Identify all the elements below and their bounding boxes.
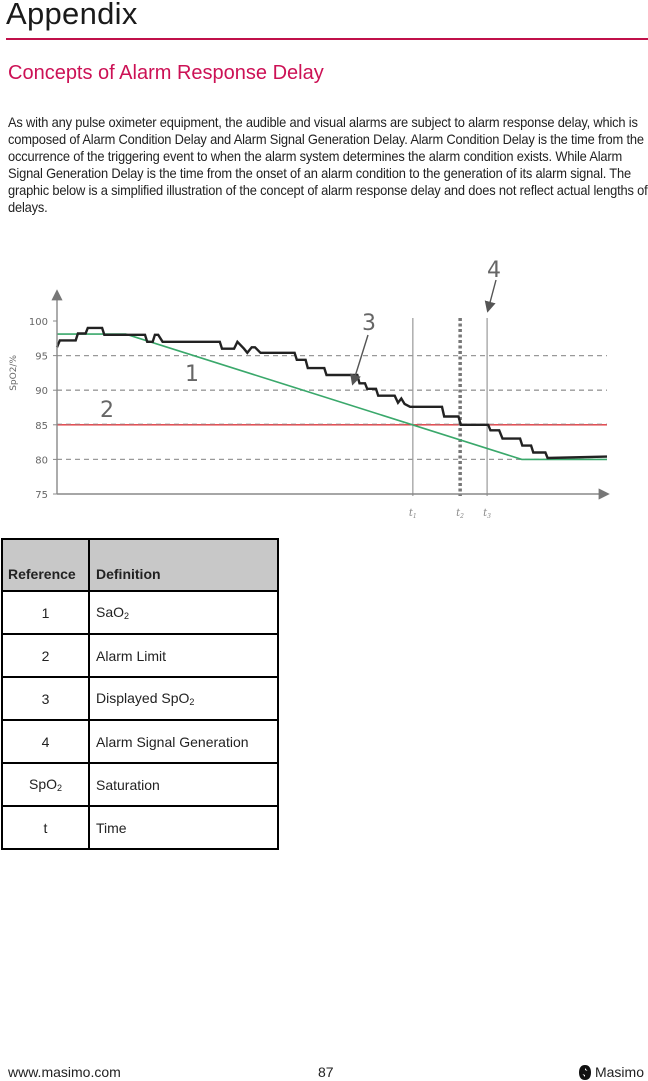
reference-text: 1 xyxy=(41,604,50,621)
definition-cell: Alarm Signal Generation xyxy=(88,719,279,764)
table-row: SpO2 Saturation xyxy=(1,762,279,807)
definition-cell: Saturation xyxy=(88,762,279,807)
y-tick-label: 80 xyxy=(35,455,48,466)
y-tick-label: 95 xyxy=(35,352,48,363)
reference-text: 3 xyxy=(41,690,50,707)
definition-text: Alarm Limit xyxy=(96,647,167,664)
definition-cell: Alarm Limit xyxy=(88,633,279,678)
masimo-logo-icon xyxy=(578,1064,591,1080)
time-label: t2 xyxy=(456,508,464,520)
reference-cell: SpO2 xyxy=(1,762,90,807)
title-divider xyxy=(6,38,648,40)
callout-3: 3 xyxy=(362,311,376,336)
y-tick-label: 85 xyxy=(35,421,48,432)
subscript: 2 xyxy=(124,611,130,621)
reference-text: t xyxy=(43,819,48,836)
table-row: 3 Displayed SpO2 xyxy=(1,676,279,721)
reference-cell: 4 xyxy=(1,719,90,764)
definition-text: Saturation xyxy=(96,776,160,793)
displayed-spo2-line xyxy=(55,326,608,460)
definition-text: Time xyxy=(96,819,127,836)
section-title: Concepts of Alarm Response Delay xyxy=(8,62,324,84)
table-header-row: Reference Definition xyxy=(1,538,279,592)
y-tick-label: 90 xyxy=(35,386,48,397)
subscript: 2 xyxy=(57,783,63,793)
brand-name: Masimo xyxy=(594,1064,644,1080)
time-label: t1 xyxy=(409,508,417,520)
header-reference: Reference xyxy=(1,538,90,592)
reference-text: SpO xyxy=(28,776,57,792)
header-definition: Definition xyxy=(88,538,279,592)
y-tick-label: 100 xyxy=(29,317,48,328)
page-title: Appendix xyxy=(6,0,138,31)
time-subscript: 3 xyxy=(487,513,491,520)
page-number: 87 xyxy=(318,1064,334,1080)
definition-cell: SaO2 xyxy=(88,590,279,635)
reference-text: 2 xyxy=(41,647,50,664)
reference-cell: 3 xyxy=(1,676,90,721)
time-subscript: 1 xyxy=(413,513,417,520)
definition-cell: Displayed SpO2 xyxy=(88,676,279,721)
intro-paragraph: As with any pulse oximeter equipment, th… xyxy=(8,114,648,215)
callout-1: 1 xyxy=(185,362,199,387)
alarm-delay-chart: t1 t2 t3 75 80 85 90 95 100 SpO2/% 1 2 3 4 xyxy=(9,258,610,520)
footer-brand: Masimo xyxy=(578,1064,644,1080)
time-label: t3 xyxy=(483,508,491,520)
footer-url[interactable]: www.masimo.com xyxy=(8,1064,121,1080)
reference-cell: t xyxy=(1,805,90,850)
subscript: 2 xyxy=(189,697,195,707)
table-row: 4 Alarm Signal Generation xyxy=(1,719,279,764)
definition-cell: Time xyxy=(88,805,279,850)
sao2-line xyxy=(57,333,607,461)
table-row: t Time xyxy=(1,805,279,850)
callout-3-arrow xyxy=(350,334,369,386)
reference-cell: 2 xyxy=(1,633,90,678)
reference-text: 4 xyxy=(41,733,50,750)
definition-text: Displayed SpO xyxy=(96,690,190,706)
time-subscript: 2 xyxy=(459,513,464,520)
table-row: 1 SaO2 xyxy=(1,590,279,635)
definition-text: SaO xyxy=(96,604,125,620)
y-axis-label: SpO2/% xyxy=(9,355,19,391)
reference-cell: 1 xyxy=(1,590,90,635)
reference-table: Reference Definition 1 SaO2 2 Alarm Limit 3 D… xyxy=(1,538,279,850)
callout-4: 4 xyxy=(487,258,501,283)
definition-text: Alarm Signal Generation xyxy=(96,733,249,750)
callout-2: 2 xyxy=(100,398,114,423)
callout-4-arrow xyxy=(484,279,497,313)
y-tick-label: 75 xyxy=(35,490,48,501)
table-row: 2 Alarm Limit xyxy=(1,633,279,678)
